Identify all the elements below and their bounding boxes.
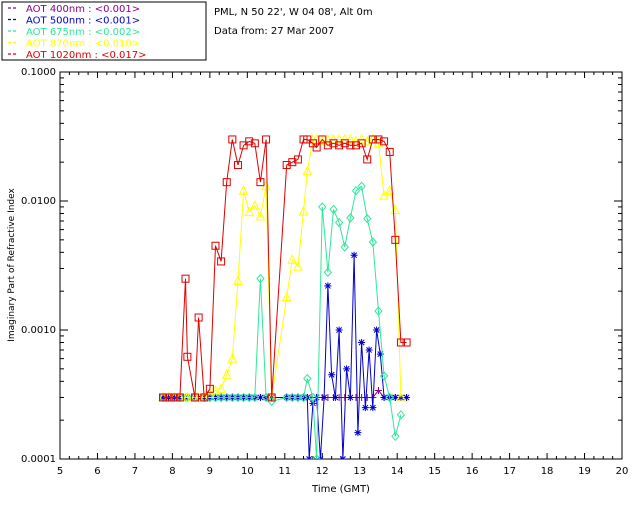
data-point bbox=[361, 404, 369, 412]
data-point bbox=[320, 393, 328, 401]
x-tick-label: 14 bbox=[391, 466, 404, 477]
x-tick-label: 16 bbox=[466, 466, 479, 477]
legend-entry-label: AOT 500nm : <0.001> bbox=[26, 16, 140, 27]
marker-star-shape bbox=[350, 251, 358, 259]
marker-star-shape bbox=[343, 365, 351, 373]
data-point bbox=[365, 346, 373, 354]
x-tick-label: 17 bbox=[503, 466, 516, 477]
x-tick-label: 8 bbox=[169, 466, 175, 477]
x-tick-label: 13 bbox=[353, 466, 366, 477]
marker-star-shape bbox=[324, 282, 332, 290]
header-date-text: Data from: 27 Mar 2007 bbox=[214, 26, 334, 37]
data-point bbox=[328, 371, 336, 379]
marker-star-shape bbox=[365, 346, 373, 354]
data-point bbox=[369, 404, 377, 412]
x-tick-label: 15 bbox=[428, 466, 441, 477]
data-point bbox=[346, 393, 354, 401]
x-tick-label: 19 bbox=[578, 466, 591, 477]
marker-star-shape bbox=[361, 404, 369, 412]
x-tick-label: 7 bbox=[132, 466, 138, 477]
x-tick-label: 9 bbox=[207, 466, 213, 477]
y-axis-label: Imaginary Part of Refractive Index bbox=[7, 187, 17, 341]
chart-background bbox=[0, 0, 640, 512]
data-point bbox=[358, 339, 366, 347]
y-tick-label: 0.0001 bbox=[21, 454, 56, 465]
legend-entry-label: AOT 400nm : <0.001> bbox=[26, 4, 140, 15]
legend-entry-label: AOT 675nm : <0.002> bbox=[26, 27, 140, 38]
x-tick-label: 20 bbox=[616, 466, 629, 477]
data-point bbox=[350, 251, 358, 259]
x-tick-label: 18 bbox=[541, 466, 554, 477]
legend: AOT 400nm : <0.001>AOT 500nm : <0.001>AO… bbox=[8, 4, 146, 61]
chart-figure: AOT 400nm : <0.001> AOT 500nm : <0.001> AO… bbox=[0, 0, 640, 512]
marker-star-shape bbox=[369, 404, 377, 412]
marker-star-shape bbox=[346, 393, 354, 401]
y-tick-label: 0.0010 bbox=[21, 325, 56, 336]
marker-star-shape bbox=[331, 393, 339, 401]
x-tick-label: 5 bbox=[57, 466, 63, 477]
y-tick-label: 0.1000 bbox=[21, 67, 56, 78]
legend-entry-label: AOT 1020nm : <0.017> bbox=[26, 50, 146, 61]
legend-entry-label: AOT 870nm : <0.010> bbox=[26, 39, 140, 50]
x-tick-label: 12 bbox=[316, 466, 329, 477]
y-tick-label: 0.0100 bbox=[21, 196, 56, 207]
header-site-text: PML, N 50 22', W 04 08', Alt 0m bbox=[214, 7, 373, 18]
data-point bbox=[343, 365, 351, 373]
data-point bbox=[335, 326, 343, 334]
marker-star-shape bbox=[328, 371, 336, 379]
marker-star-shape bbox=[335, 326, 343, 334]
x-tick-label: 10 bbox=[241, 466, 254, 477]
data-point bbox=[331, 393, 339, 401]
data-point bbox=[354, 429, 362, 437]
marker-star-shape bbox=[354, 429, 362, 437]
data-point bbox=[373, 326, 381, 334]
data-point bbox=[324, 282, 332, 290]
marker-star-shape bbox=[358, 339, 366, 347]
marker-star-shape bbox=[320, 393, 328, 401]
marker-star-shape bbox=[373, 326, 381, 334]
x-tick-label: 11 bbox=[278, 466, 291, 477]
chart-svg: AOT 400nm : <0.001>AOT 500nm : <0.001>AO… bbox=[0, 0, 640, 512]
x-axis-label: Time (GMT) bbox=[311, 484, 370, 495]
x-tick-label: 6 bbox=[94, 466, 100, 477]
